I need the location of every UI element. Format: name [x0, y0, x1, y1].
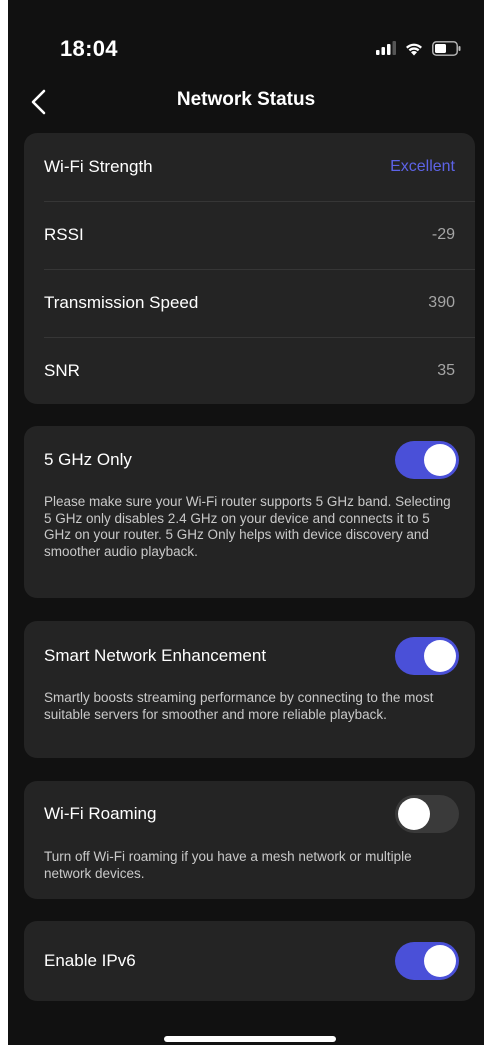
- ipv6-card: Enable IPv6: [24, 921, 475, 1001]
- five-ghz-label: 5 GHz Only: [44, 450, 132, 469]
- wifi-roaming-label: Wi-Fi Roaming: [44, 804, 157, 823]
- page-title: Network Status: [176, 89, 316, 110]
- wifi-roaming-card: Wi-Fi Roaming Turn off Wi-Fi roaming if …: [24, 781, 475, 899]
- smart-network-label: Smart Network Enhancement: [44, 646, 267, 665]
- five-ghz-card: 5 GHz Only Please make sure your Wi-Fi r…: [24, 426, 475, 598]
- wifi-strength-row: Wi-Fi Strength Excellent: [24, 133, 475, 201]
- status-time: 18:04: [60, 36, 118, 61]
- ipv6-label: Enable IPv6: [44, 951, 136, 970]
- smart-network-card: Smart Network Enhancement Smartly boosts…: [24, 621, 475, 758]
- transmission-speed-label: Transmission Speed: [44, 293, 199, 312]
- smart-network-row: Smart Network Enhancement: [44, 637, 459, 675]
- ipv6-toggle[interactable]: [395, 942, 459, 980]
- toggle-knob: [424, 444, 456, 476]
- wifi-strength-label: Wi-Fi Strength: [44, 157, 153, 176]
- status-bar: 18:04: [8, 0, 484, 70]
- five-ghz-description: Please make sure your Wi-Fi router suppo…: [44, 494, 451, 559]
- smart-network-description: Smartly boosts streaming performance by …: [44, 690, 434, 722]
- network-status-screen: 18:04 Network Status Wi-Fi Strength Exce…: [8, 0, 484, 1045]
- transmission-speed-row: Transmission Speed 390: [24, 269, 475, 337]
- toggle-knob: [398, 798, 430, 830]
- smart-network-toggle[interactable]: [395, 637, 459, 675]
- wifi-roaming-description: Turn off Wi-Fi roaming if you have a mes…: [44, 849, 412, 881]
- signal-icon: [376, 41, 396, 55]
- rssi-value: -29: [431, 226, 455, 243]
- wifi-roaming-toggle[interactable]: [395, 795, 459, 833]
- home-indicator: [164, 1036, 336, 1042]
- ipv6-row: Enable IPv6: [44, 942, 459, 980]
- toggle-knob: [424, 945, 456, 977]
- five-ghz-row: 5 GHz Only: [44, 441, 459, 479]
- navigation-bar: Network Status: [8, 80, 484, 124]
- transmission-speed-value: 390: [428, 294, 455, 311]
- rssi-label: RSSI: [44, 225, 84, 244]
- snr-value: 35: [437, 362, 455, 379]
- snr-label: SNR: [44, 361, 80, 380]
- five-ghz-toggle[interactable]: [395, 441, 459, 479]
- network-stats-card: Wi-Fi Strength Excellent RSSI -29 Transm…: [24, 133, 475, 404]
- rssi-row: RSSI -29: [24, 201, 475, 269]
- snr-row: SNR 35: [24, 337, 475, 405]
- wifi-strength-value: Excellent: [390, 158, 455, 175]
- toggle-knob: [424, 640, 456, 672]
- status-icons: [376, 38, 462, 58]
- wifi-roaming-row: Wi-Fi Roaming: [44, 795, 459, 833]
- battery-icon: [432, 40, 461, 56]
- wifi-icon: [406, 43, 422, 55]
